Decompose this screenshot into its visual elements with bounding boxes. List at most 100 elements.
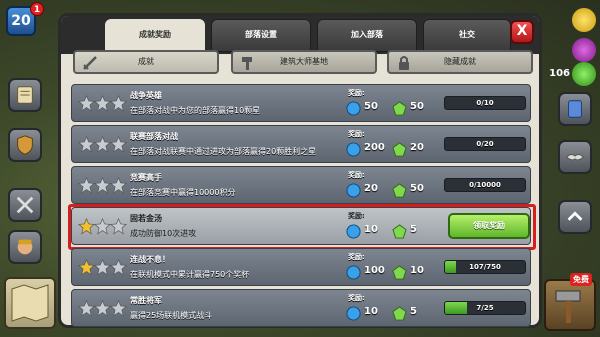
achievement-description: 成功防御10次进攻	[130, 229, 197, 238]
subtab-label: 隐藏成就	[444, 57, 476, 66]
close-button[interactable]: X	[510, 20, 534, 44]
achievement-description: 在部落竞赛中赢得10000积分	[130, 188, 236, 197]
progress-text: 0/20	[476, 140, 494, 148]
hammer-icon	[555, 290, 581, 323]
achievement-title: 常胜将军	[130, 296, 162, 305]
progress-text: 107/750	[469, 263, 501, 271]
elixir-icon	[572, 38, 596, 62]
star-icon	[94, 259, 111, 276]
subtab-label: 建筑大师基地	[280, 57, 328, 66]
gem-icon	[392, 306, 407, 321]
achievement-stars	[78, 95, 128, 113]
star-icon	[78, 300, 95, 317]
achievement-stars	[78, 136, 128, 154]
subtab-achievements[interactable]: 成就	[73, 50, 219, 74]
star-icon	[78, 177, 95, 194]
achievement-title: 固若金汤	[130, 214, 162, 223]
star-icon	[110, 300, 127, 317]
card-icon	[568, 100, 582, 118]
shield-icon	[17, 135, 33, 155]
xp-star-icon	[346, 265, 361, 280]
progress-text: 7/25	[476, 304, 494, 312]
achievement-description: 在联机模式中累计赢得750个奖杯	[130, 270, 250, 279]
gem-reward-value: 10	[410, 265, 424, 276]
hammer-shop-button[interactable]: 免费	[544, 273, 596, 331]
gem-icon	[392, 142, 407, 157]
reward-label: 奖励:	[348, 130, 365, 138]
progress-bar: 0/10000	[444, 178, 526, 192]
xp-reward-value: 200	[364, 142, 385, 153]
star-icon	[94, 177, 111, 194]
subtab-builder-base[interactable]: 建筑大师基地	[231, 50, 377, 74]
claim-reward-button[interactable]: 领取奖励	[448, 213, 530, 239]
gem-icon	[572, 62, 596, 86]
star-icon	[110, 95, 127, 112]
chevron-up-icon	[567, 211, 583, 221]
tab-clan-settings[interactable]: 部落设置	[211, 19, 311, 52]
achievement-title: 连战不息！	[130, 255, 170, 264]
builder-face-icon	[17, 239, 33, 255]
achievement-stars	[78, 177, 128, 195]
builder-button[interactable]	[8, 230, 42, 264]
tab-join-clan[interactable]: 加入部落	[317, 19, 417, 52]
reward-label: 奖励:	[348, 212, 365, 220]
achievement-title: 战争英雄	[130, 91, 162, 100]
gem-icon	[392, 224, 407, 239]
handshake-icon	[566, 154, 584, 161]
achievement-description: 在部落对战中为您的部落赢得10颗星	[130, 106, 261, 115]
gem-count: 106	[549, 68, 570, 79]
achievement-description: 赢得25场联机模式战斗	[130, 311, 213, 320]
star-icon	[78, 136, 95, 153]
progress-bar: 7/25	[444, 301, 526, 315]
subtab-hidden-achievements[interactable]: 隐藏成就	[387, 50, 533, 74]
left-hud: 20 1	[0, 0, 58, 337]
reward-label: 奖励:	[348, 171, 365, 179]
dialog-tabs: 成就奖励 部落设置 加入部落 社交 X	[61, 16, 539, 54]
star-icon	[110, 259, 127, 276]
star-icon	[94, 136, 111, 153]
right-hud: 106 免费	[542, 0, 600, 337]
achievement-row: 连战不息！ 在联机模式中累计赢得750个奖杯 奖励: 100 10 107/750	[71, 248, 531, 286]
quest-button[interactable]	[8, 78, 42, 112]
star-icon	[94, 95, 111, 112]
crossed-swords-icon	[16, 196, 34, 214]
star-icon	[78, 218, 95, 235]
xp-star-icon	[346, 183, 361, 198]
gem-icon	[392, 183, 407, 198]
achievement-row: 战争英雄 在部落对战中为您的部落赢得10颗星 奖励: 50 50 0/10	[71, 84, 531, 122]
xp-star-icon	[346, 101, 361, 116]
tab-social[interactable]: 社交	[423, 19, 511, 52]
reward-label: 奖励:	[348, 89, 365, 97]
achievement-stars	[78, 259, 128, 277]
star-icon	[110, 136, 127, 153]
xp-reward-value: 50	[364, 101, 378, 112]
star-icon	[110, 218, 127, 235]
battle-button[interactable]	[8, 188, 42, 222]
xp-reward-value: 100	[364, 265, 385, 276]
achievement-stars	[78, 218, 128, 236]
star-icon	[110, 177, 127, 194]
gem-reward-value: 5	[410, 306, 417, 317]
clan-button[interactable]	[8, 128, 42, 162]
achievement-description: 在部落对战联赛中通过进攻为部落赢得20颗胜利之星	[130, 147, 317, 156]
achievement-row: 竞赛高手 在部落竞赛中赢得10000积分 奖励: 20 50 0/10000	[71, 166, 531, 204]
progress-text: 0/10	[476, 99, 494, 107]
xp-star-icon	[346, 306, 361, 321]
handshake-button[interactable]	[558, 140, 592, 174]
xp-reward-value: 10	[364, 224, 378, 235]
scroll-icon	[17, 86, 33, 104]
map-button[interactable]	[4, 277, 56, 329]
chevron-up-button[interactable]	[558, 200, 592, 234]
tab-achievements[interactable]: 成就奖励	[105, 19, 205, 52]
level-notification-badge: 1	[30, 2, 44, 16]
reward-label: 奖励:	[348, 294, 365, 302]
subtab-label: 成就	[138, 57, 154, 66]
gem-icon	[392, 101, 407, 116]
gem-icon	[392, 265, 407, 280]
progress-text: 0/10000	[469, 181, 501, 189]
gold-icon	[572, 8, 596, 32]
xp-reward-value: 20	[364, 183, 378, 194]
star-icon	[78, 95, 95, 112]
star-icon	[94, 300, 111, 317]
shop-button[interactable]	[558, 92, 592, 126]
